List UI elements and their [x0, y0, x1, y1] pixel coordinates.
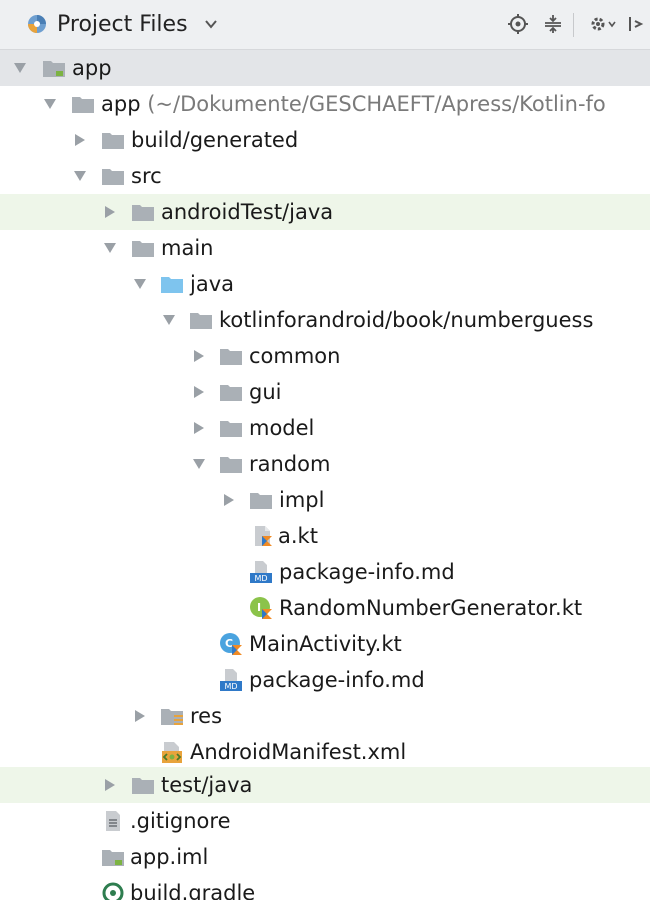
folder-icon — [102, 169, 124, 185]
folder-icon — [220, 385, 242, 401]
module-file-icon — [102, 850, 124, 866]
kotlin-interface-icon: I — [250, 597, 272, 619]
markdown-file-icon: MD — [220, 669, 242, 691]
tree-row-build-gradle[interactable]: build.gradle — [0, 875, 650, 900]
folder-icon — [220, 349, 242, 365]
tree-row-model[interactable]: model — [0, 410, 650, 446]
tree-item-label: package-info.md — [279, 560, 455, 584]
tree-item-label: main — [161, 236, 214, 260]
expand-arrow-icon[interactable] — [133, 278, 147, 290]
tree-row-randomnumbergenerator-kt[interactable]: I RandomNumberGenerator.kt — [0, 590, 650, 626]
folder-icon — [220, 421, 242, 437]
kotlin-file-icon — [255, 526, 272, 546]
package-folder-icon — [190, 313, 212, 329]
tree-item-label: app (~/Dokumente/GESCHAEFT/Apress/Kotlin… — [101, 90, 606, 118]
tree-item-label: a.kt — [278, 524, 318, 548]
tree-row-src[interactable]: src — [0, 158, 650, 194]
folder-icon — [250, 493, 272, 509]
tree-item-label: androidTest/java — [161, 200, 334, 224]
expand-arrow-icon[interactable] — [73, 170, 87, 182]
gradle-file-icon — [102, 882, 124, 900]
collapse-arrow-icon[interactable] — [133, 710, 147, 722]
collapse-arrow-icon[interactable] — [222, 494, 236, 506]
tree-row-app-folder[interactable]: app (~/Dokumente/GESCHAEFT/Apress/Kotlin… — [0, 86, 650, 122]
tree-row-app-iml[interactable]: app.iml — [0, 839, 650, 875]
tree-item-label: res — [190, 704, 223, 728]
source-folder-icon — [161, 277, 183, 293]
collapse-arrow-icon[interactable] — [103, 206, 117, 218]
expand-arrow-icon[interactable] — [13, 62, 27, 74]
tree-row-package-info-md[interactable]: MD package-info.md — [0, 662, 650, 698]
expand-arrow-icon[interactable] — [162, 314, 176, 326]
folder-icon — [72, 97, 94, 113]
tree-item-label: MainActivity.kt — [249, 632, 402, 656]
tree-item-label: src — [131, 164, 162, 188]
tree-row-main[interactable]: main — [0, 230, 650, 266]
folder-icon — [132, 241, 154, 257]
tree-row-gui[interactable]: gui — [0, 374, 650, 410]
tree-item-label: app — [72, 56, 112, 80]
expand-arrow-icon[interactable] — [43, 98, 57, 110]
svg-text:I: I — [257, 601, 261, 614]
tree-row-package[interactable]: kotlinforandroid/book/numberguess — [0, 302, 650, 338]
tree-row-common[interactable]: common — [0, 338, 650, 374]
expand-arrow-icon[interactable] — [103, 242, 117, 254]
tree-item-path: (~/Dokumente/GESCHAEFT/Apress/Kotlin-fo — [147, 92, 606, 116]
tree-item-label: model — [249, 416, 315, 440]
svg-text:MD: MD — [254, 574, 267, 583]
folder-icon — [220, 457, 242, 473]
svg-text:MD: MD — [224, 682, 237, 691]
tree-row-test-java[interactable]: test/java — [0, 767, 650, 803]
tree-row-a-kt[interactable]: a.kt — [0, 518, 650, 554]
folder-icon — [102, 133, 124, 149]
tree-row-clip: build.gradle — [0, 875, 650, 900]
tree-item-label: java — [190, 272, 234, 296]
tree-item-label: kotlinforandroid/book/numberguess — [219, 308, 594, 332]
collapse-arrow-icon[interactable] — [73, 134, 87, 146]
tree-item-label: RandomNumberGenerator.kt — [279, 596, 583, 620]
tree-item-label: build.gradle — [130, 881, 256, 900]
tree-item-name: app — [101, 92, 141, 116]
text-file-icon — [106, 811, 120, 831]
tree-item-label: AndroidManifest.xml — [190, 740, 407, 764]
tree-row-package-info-md[interactable]: MD package-info.md — [0, 554, 650, 590]
tree-row-mainactivity-kt[interactable]: C MainActivity.kt — [0, 626, 650, 662]
collapse-arrow-icon[interactable] — [192, 386, 206, 398]
tree-row-gitignore[interactable]: .gitignore — [0, 803, 650, 839]
tree-row-java[interactable]: java — [0, 266, 650, 302]
tree-row-random[interactable]: random — [0, 446, 650, 482]
tree-item-label: random — [249, 452, 331, 476]
tree-row-res[interactable]: res — [0, 698, 650, 734]
collapse-arrow-icon[interactable] — [192, 422, 206, 434]
manifest-file-icon — [162, 742, 182, 763]
folder-icon — [132, 205, 154, 221]
kotlin-class-icon: C — [220, 633, 242, 655]
tree-item-label: app.iml — [130, 845, 209, 869]
tree-row-impl[interactable]: impl — [0, 482, 650, 518]
folder-icon — [132, 778, 154, 794]
expand-arrow-icon[interactable] — [192, 458, 206, 470]
tree-row-androidmanifest-xml[interactable]: AndroidManifest.xml — [0, 734, 650, 770]
tree-item-label: gui — [249, 380, 282, 404]
collapse-arrow-icon[interactable] — [192, 350, 206, 362]
module-folder-icon — [43, 61, 65, 77]
tree-row-androidtest-java[interactable]: androidTest/java — [0, 194, 650, 230]
project-tree: app app (~/Dokumente/GESCHAEFT/Apress/Ko… — [0, 0, 650, 900]
svg-text:C: C — [225, 637, 233, 650]
collapse-arrow-icon[interactable] — [103, 779, 117, 791]
resources-folder-icon — [161, 709, 183, 725]
tree-row-build-generated[interactable]: build/generated — [0, 122, 650, 158]
tree-item-label: .gitignore — [130, 809, 231, 833]
tree-item-label: common — [249, 344, 341, 368]
tree-item-label: test/java — [161, 773, 253, 797]
markdown-file-icon: MD — [250, 561, 272, 583]
tree-item-label: impl — [279, 488, 325, 512]
tree-item-label: build/generated — [131, 128, 299, 152]
tree-row-app-module[interactable]: app — [0, 50, 650, 86]
tree-item-label: package-info.md — [249, 668, 425, 692]
